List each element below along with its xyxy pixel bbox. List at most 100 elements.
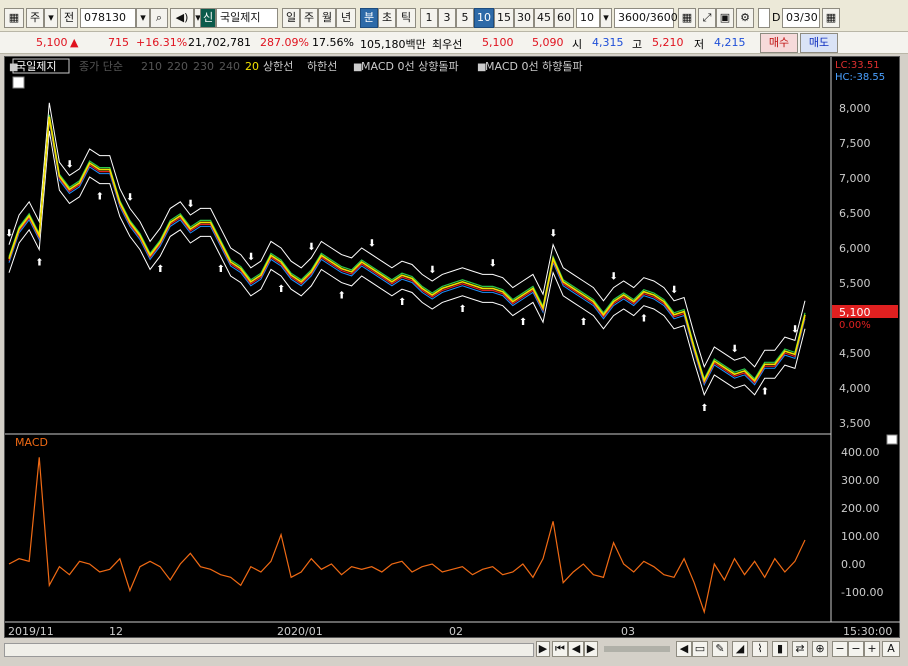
line-tool-icon[interactable]: ⤢ [698, 8, 716, 28]
signal-up-arrow-icon: ⬆ [156, 264, 164, 275]
search-icon[interactable]: ⌕ [150, 8, 168, 28]
signal-up-arrow-icon: ⬆ [458, 304, 466, 315]
interval-dropdown-icon[interactable]: ▾ [600, 8, 612, 28]
legend-ma-210: 210 [141, 60, 162, 73]
price-tick: 8,000 [839, 102, 871, 115]
next-page-icon[interactable]: ▶ [584, 641, 598, 657]
legend-upper: 상한선 [263, 60, 293, 73]
turnover: 17.56% [312, 36, 354, 49]
signal-down-arrow-icon: ⬇ [489, 258, 497, 269]
interval-45[interactable]: 45 [534, 8, 554, 28]
settings-icon[interactable]: ⚙ [736, 8, 754, 28]
macd-title: MACD [15, 436, 48, 449]
date-check-label: D [772, 11, 781, 24]
x-tick: 2020/01 [277, 625, 323, 638]
prev-page-icon[interactable]: ◀ [568, 641, 584, 657]
low-label: 저 [694, 38, 705, 51]
stock-code-input[interactable]: 078130 [80, 8, 136, 28]
signal-down-arrow-icon: ⬇ [186, 199, 194, 210]
tab-minute[interactable]: 분 [360, 8, 378, 28]
period-select[interactable]: 주 [26, 8, 44, 28]
tab-second[interactable]: 초 [378, 8, 396, 28]
sell-button[interactable]: 매도 [800, 33, 838, 53]
high-label: 고 [632, 38, 643, 51]
save-icon[interactable]: ▣ [716, 8, 734, 28]
line-chart-icon[interactable]: ⌇ [752, 641, 768, 657]
font-size-icon[interactable]: A [882, 641, 900, 657]
legend-name: 국일제지 [16, 59, 56, 73]
signal-down-arrow-icon: ⬇ [610, 272, 618, 283]
first-page-icon[interactable]: ⏮ [552, 641, 568, 657]
up-arrow-icon: ▲ [70, 36, 79, 49]
code-dropdown-icon[interactable]: ▾ [136, 8, 150, 28]
panel-maximize-icon[interactable] [886, 434, 898, 445]
custom-interval-input[interactable]: 10 [576, 8, 600, 28]
zoom-icon[interactable]: ⊕ [812, 641, 828, 657]
chevron-down-icon[interactable]: ▾ [44, 8, 58, 28]
macd-tick: 100.00 [841, 530, 880, 543]
price-tick: 6,000 [839, 242, 871, 255]
hc-value: HC:-38.55 [835, 72, 885, 83]
signal-up-arrow-icon: ⬆ [217, 264, 225, 275]
ma-green-line [8, 114, 806, 381]
signal-up-arrow-icon: ⬆ [700, 403, 708, 414]
scroll-right-icon[interactable]: ▶ [536, 641, 550, 657]
pencil-icon[interactable]: ✎ [712, 641, 728, 657]
horizontal-scrollbar[interactable] [4, 643, 534, 657]
price-chart-svg[interactable]: ■ 국일제지 종가 단순 210 220 230 240 20 상한선 하한선 … [5, 57, 901, 639]
chart-area[interactable]: ■ 국일제지 종가 단순 210 220 230 240 20 상한선 하한선 … [4, 56, 901, 639]
interval-1[interactable]: 1 [420, 8, 438, 28]
macd-tick: -100.00 [841, 586, 883, 599]
zoom-slider[interactable] [604, 646, 670, 652]
signal-down-arrow-icon: ⬇ [5, 229, 13, 240]
tab-year[interactable]: 년 [336, 8, 356, 28]
bid-price: 5,090 [532, 36, 564, 49]
price-tick: 7,000 [839, 172, 871, 185]
x-tick: 2019/11 [8, 625, 54, 638]
change-percent: +16.31% [136, 36, 188, 49]
price-tick: 7,500 [839, 137, 871, 150]
current-price-label: 5,100 [839, 306, 871, 319]
current-pct-label: 0.00% [839, 320, 871, 331]
chart-type-icon[interactable]: ◢ [732, 641, 748, 657]
buy-button[interactable]: 매수 [760, 33, 798, 53]
scroll-bar: ▶ ⏮ ◀ ▶ ◀ ▭ ✎ ◢ ⌇ ▮ ⇄ ⊕ − − + A [0, 638, 908, 666]
signal-up-arrow-icon: ⬆ [338, 291, 346, 302]
compare-icon[interactable]: ⇄ [792, 641, 808, 657]
grid-toggle-icon[interactable]: ▦ [4, 8, 24, 28]
date-input[interactable]: 03/30 [782, 8, 820, 28]
speaker-icon[interactable]: ◀ [676, 641, 692, 657]
high-price: 5,210 [652, 36, 684, 49]
interval-3[interactable]: 3 [438, 8, 456, 28]
priority-label: 최우선 [432, 38, 463, 51]
volume-ratio: 287.09% [260, 36, 309, 49]
tab-week[interactable]: 주 [300, 8, 318, 28]
interval-30[interactable]: 30 [514, 8, 534, 28]
count-field[interactable]: 3600/3600 [614, 8, 678, 28]
panel-settings-icon[interactable] [12, 76, 25, 89]
date-checkbox[interactable] [758, 8, 770, 28]
legend-ma-220: 220 [167, 60, 188, 73]
tab-day[interactable]: 일 [282, 8, 300, 28]
zoom-out-icon-2[interactable]: − [848, 641, 864, 657]
tab-month[interactable]: 월 [318, 8, 336, 28]
signal-down-arrow-icon: ⬇ [307, 242, 315, 253]
interval-60[interactable]: 60 [554, 8, 574, 28]
interval-10[interactable]: 10 [474, 8, 494, 28]
speaker-icon[interactable]: ◀) [170, 8, 194, 28]
prev-button[interactable]: 전 [60, 8, 78, 28]
restore-icon[interactable]: ▭ [692, 641, 708, 657]
zoom-out-icon[interactable]: − [832, 641, 848, 657]
zoom-in-icon[interactable]: + [864, 641, 880, 657]
signal-up-arrow-icon: ⬆ [35, 258, 43, 269]
legend-ma-label: 종가 단순 [79, 60, 123, 73]
bar-chart-icon[interactable]: ▮ [772, 641, 788, 657]
interval-5[interactable]: 5 [456, 8, 474, 28]
low-price: 4,215 [714, 36, 746, 49]
grid-icon[interactable]: ▦ [678, 8, 696, 28]
stock-name-field[interactable]: 국일제지 [216, 8, 278, 28]
calendar-icon[interactable]: ▦ [822, 8, 840, 28]
tab-tick[interactable]: 틱 [396, 8, 416, 28]
interval-15[interactable]: 15 [494, 8, 514, 28]
legend-ma-20: 20 [245, 60, 259, 73]
